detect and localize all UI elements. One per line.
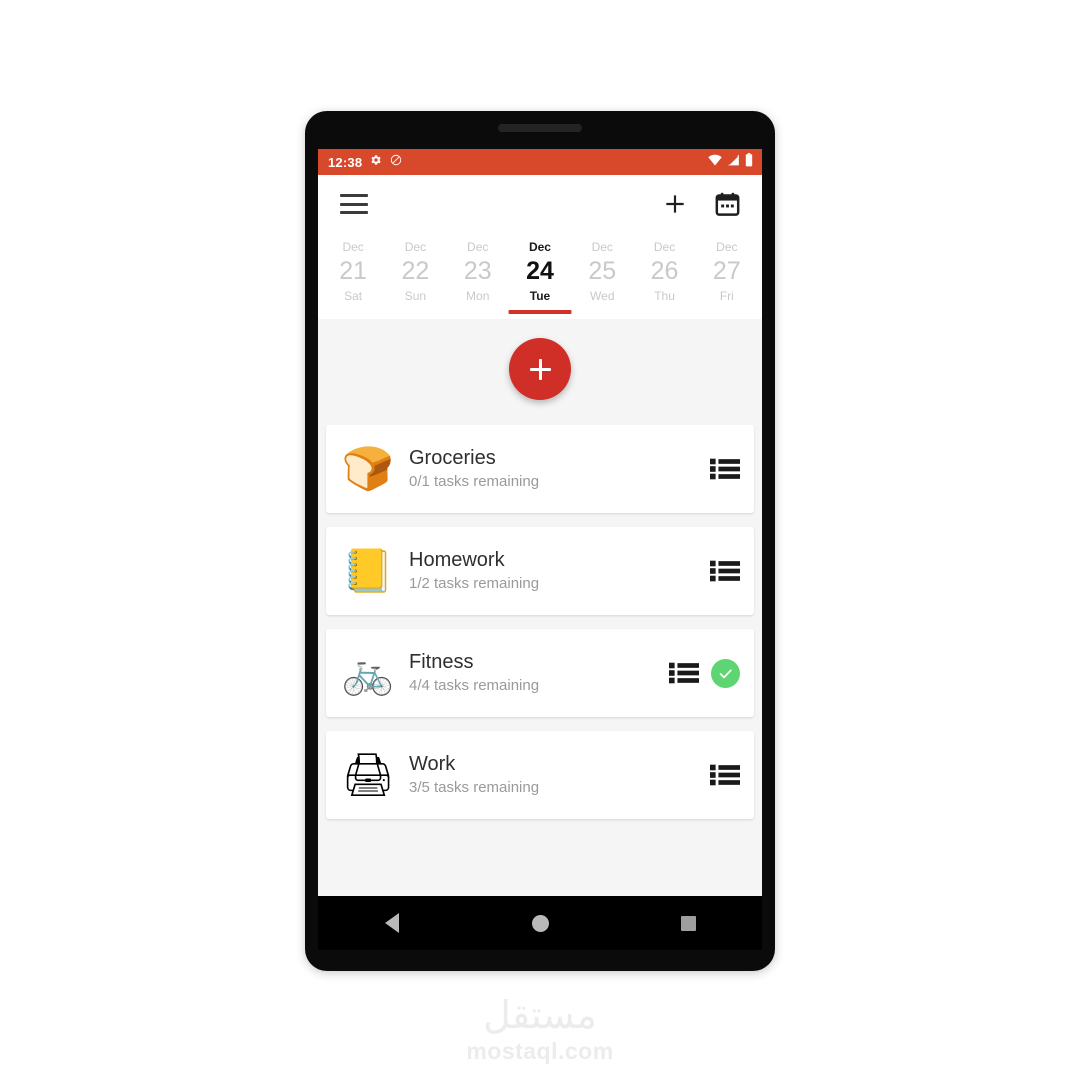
watermark-arabic: مستقل: [483, 993, 597, 1037]
cell-signal-icon: [727, 153, 740, 171]
date-weekday: Wed: [590, 289, 615, 304]
task-list-card-fitness[interactable]: 🚲 Fitness 4/4 tasks remaining: [326, 629, 754, 717]
recents-square-icon: [680, 915, 696, 931]
status-bar-right: [708, 152, 753, 172]
date-day: 26: [650, 256, 679, 285]
completed-check-badge[interactable]: [711, 658, 740, 688]
back-triangle-icon: [385, 913, 399, 933]
battery-icon: [745, 152, 753, 172]
date-day: 22: [401, 256, 430, 285]
date-cell-0[interactable]: Dec 21 Sat: [322, 233, 384, 319]
date-day: 24: [526, 256, 554, 285]
date-month: Dec: [467, 240, 489, 254]
task-list-progress: 4/4 tasks remaining: [409, 677, 540, 695]
date-strip: Dec 21 Sat Dec 22 Sun Dec 23 Mon Dec 24: [318, 233, 762, 319]
card-text: Fitness 4/4 tasks remaining: [409, 651, 539, 694]
card-text: Homework 1/2 tasks remaining: [409, 549, 539, 592]
plus-icon: [666, 195, 684, 213]
date-cell-1[interactable]: Dec 22 Sun: [384, 233, 446, 319]
card-actions: [669, 658, 740, 688]
date-day: 21: [339, 256, 368, 285]
date-cell-2[interactable]: Dec 23 Mon: [447, 233, 509, 319]
date-weekday: Fri: [719, 289, 734, 304]
date-weekday: Thu: [654, 289, 675, 304]
gear-icon: [370, 153, 382, 171]
date-weekday: Tue: [529, 289, 551, 304]
list-view-icon[interactable]: [710, 457, 740, 481]
card-text: Work 3/5 tasks remaining: [409, 753, 539, 796]
status-bar-left: 12:38: [328, 153, 402, 171]
date-weekday: Mon: [466, 289, 490, 304]
date-month: Dec: [716, 240, 738, 254]
date-month: Dec: [528, 240, 551, 254]
add-task-list-button[interactable]: [662, 191, 688, 217]
check-icon: [719, 668, 732, 678]
phone-screen: 12:38 Dec 21 Sat Dec 22 Sun Dec 23 Mon D…: [318, 149, 762, 896]
status-bar-clock: 12:38: [328, 154, 363, 170]
notebook-emoji: 📒: [341, 547, 395, 594]
date-month: Dec: [591, 240, 613, 254]
speaker-grille: [498, 124, 582, 132]
watermark-latin: mostaql.com: [466, 1038, 614, 1064]
date-cell-4[interactable]: Dec 25 Wed: [571, 233, 633, 319]
date-month: Dec: [342, 240, 364, 254]
task-list-container: 🍞 Groceries 0/1 tasks remaining 📒 Homewo…: [318, 425, 762, 896]
date-month: Dec: [653, 240, 676, 254]
calendar-button[interactable]: [714, 191, 741, 218]
card-actions: [710, 457, 740, 481]
do-not-disturb-icon: [390, 153, 402, 171]
date-day: 27: [712, 256, 741, 285]
bread-emoji: 🍞: [341, 445, 395, 492]
watermark: مستقل mostaql.com: [0, 996, 1080, 1069]
app-bar: [318, 175, 762, 233]
list-view-icon[interactable]: [710, 559, 740, 583]
date-weekday: Sun: [404, 289, 427, 304]
back-button[interactable]: [362, 903, 422, 943]
task-list-title: Groceries: [409, 447, 496, 470]
list-view-icon[interactable]: [710, 763, 740, 787]
android-navigation-bar: [318, 896, 762, 950]
printer-emoji: 🖨: [341, 751, 395, 798]
selected-date-indicator: [508, 310, 572, 314]
task-list-title: Work: [409, 753, 456, 776]
calendar-icon: [715, 192, 740, 216]
phone-device-frame: 12:38 Dec 21 Sat Dec 22 Sun Dec 23 Mon D…: [305, 111, 775, 971]
date-day: 25: [588, 256, 617, 285]
task-list-card-work[interactable]: 🖨 Work 3/5 tasks remaining: [326, 731, 754, 819]
add-floating-action-button[interactable]: [509, 338, 571, 400]
task-list-title: Homework: [409, 549, 505, 572]
date-weekday: Sat: [344, 289, 363, 304]
date-day: 23: [463, 256, 492, 285]
bicycle-emoji: 🚲: [341, 649, 395, 696]
task-list-progress: 0/1 tasks remaining: [409, 473, 540, 491]
home-button[interactable]: [510, 903, 570, 943]
status-bar: 12:38: [318, 149, 762, 175]
task-list-progress: 3/5 tasks remaining: [409, 779, 540, 797]
date-cell-5[interactable]: Dec 26 Thu: [633, 233, 695, 319]
screenshot-canvas: 12:38 Dec 21 Sat Dec 22 Sun Dec 23 Mon D…: [0, 0, 1080, 1080]
hamburger-menu-icon[interactable]: [340, 194, 368, 214]
card-actions: [710, 763, 740, 787]
card-actions: [710, 559, 740, 583]
task-list-progress: 1/2 tasks remaining: [409, 575, 540, 593]
card-text: Groceries 0/1 tasks remaining: [409, 447, 539, 490]
date-month: Dec: [404, 240, 427, 254]
fab-zone: [318, 319, 762, 425]
home-circle-icon: [531, 914, 549, 932]
recents-button[interactable]: [658, 903, 718, 943]
task-list-title: Fitness: [409, 651, 474, 674]
date-cell-6[interactable]: Dec 27 Fri: [696, 233, 758, 319]
date-cell-3-selected[interactable]: Dec 24 Tue: [508, 233, 572, 319]
app-bar-actions: [662, 191, 741, 218]
plus-icon: [529, 358, 551, 380]
wifi-icon: [708, 153, 722, 171]
task-list-card-homework[interactable]: 📒 Homework 1/2 tasks remaining: [326, 527, 754, 615]
task-list-card-groceries[interactable]: 🍞 Groceries 0/1 tasks remaining: [326, 425, 754, 513]
list-view-icon[interactable]: [669, 661, 699, 685]
